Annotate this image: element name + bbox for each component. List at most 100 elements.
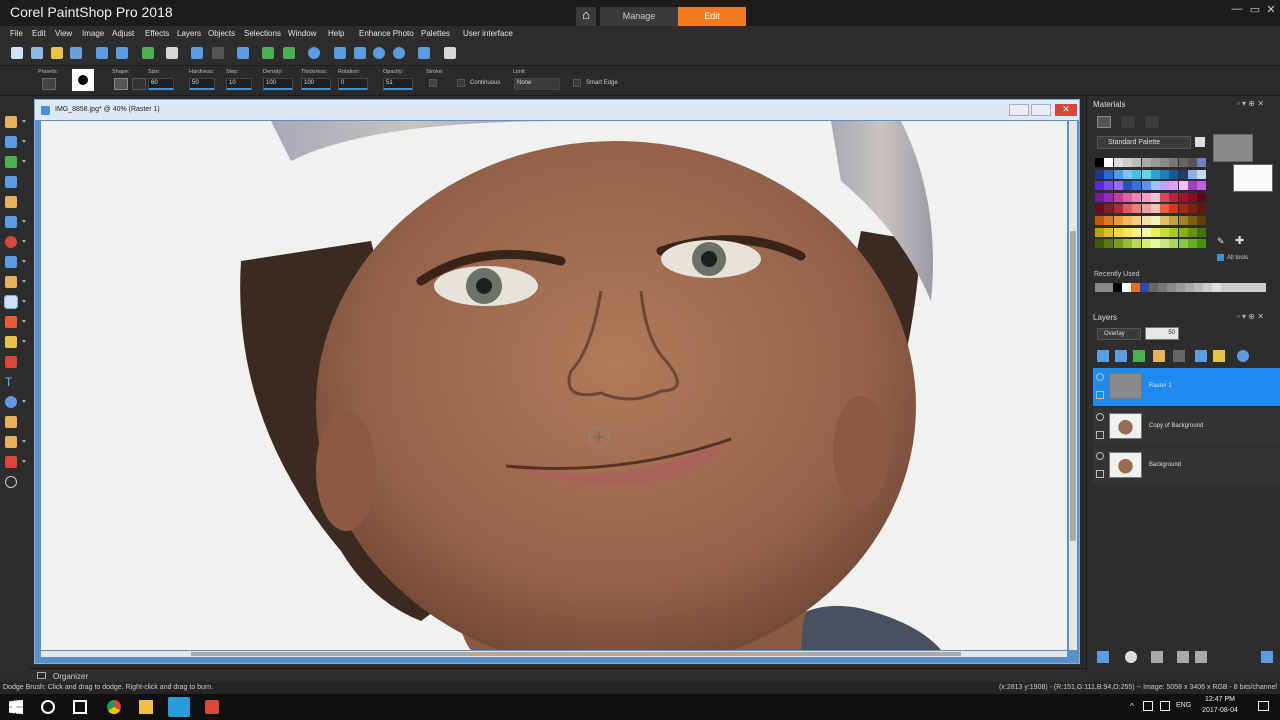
rotation-field[interactable]: 0: [338, 78, 368, 90]
zoom-out-icon[interactable]: [373, 47, 385, 59]
color-swatch[interactable]: [1132, 216, 1142, 225]
color-swatch[interactable]: [1141, 204, 1151, 214]
color-swatch[interactable]: [1122, 227, 1132, 237]
chrome-icon[interactable]: [107, 700, 121, 714]
color-swatch[interactable]: [1169, 181, 1179, 191]
menu-enhance-photo[interactable]: Enhance Photo: [359, 29, 414, 38]
hardness-field[interactable]: 50: [189, 78, 215, 90]
color-swatch[interactable]: [1122, 192, 1132, 202]
color-swatch[interactable]: [1141, 158, 1151, 167]
color-swatch[interactable]: [1197, 158, 1207, 167]
thickness-field[interactable]: 100: [301, 78, 331, 90]
color-swatch[interactable]: [1160, 227, 1170, 237]
layer-row-copy-of-background[interactable]: Copy of Background: [1093, 408, 1280, 446]
color-changer-tool-icon[interactable]: [5, 356, 17, 368]
color-swatch[interactable]: [1188, 227, 1197, 237]
add-tool-icon[interactable]: [5, 476, 17, 488]
document-maximize-button[interactable]: [1031, 104, 1051, 116]
new-group-icon[interactable]: [1133, 350, 1145, 362]
file-explorer-icon[interactable]: [139, 700, 153, 714]
recent-color-swatch[interactable]: [1194, 283, 1203, 292]
recent-color-swatch[interactable]: [1122, 283, 1131, 292]
shape-square-button[interactable]: [132, 78, 146, 90]
color-swatch[interactable]: [1150, 158, 1160, 167]
clone-tool-icon[interactable]: [5, 256, 17, 268]
mask-icon[interactable]: [1173, 350, 1185, 362]
layer-lock-icon[interactable]: [1096, 391, 1104, 399]
new-vector-layer-icon[interactable]: [1115, 350, 1127, 362]
recent-color-swatch[interactable]: [1185, 283, 1194, 292]
color-swatch[interactable]: [1178, 158, 1188, 167]
menu-edit[interactable]: Edit: [32, 29, 46, 38]
visibility-eye-icon[interactable]: [1096, 413, 1104, 421]
color-swatch[interactable]: [1132, 181, 1142, 191]
vertical-scroll-thumb[interactable]: [1070, 231, 1076, 541]
menu-user-interface[interactable]: User interface: [463, 29, 513, 38]
color-swatch[interactable]: [1104, 239, 1114, 249]
recent-color-swatch[interactable]: [1203, 283, 1212, 292]
color-swatch[interactable]: [1141, 239, 1151, 249]
color-swatch[interactable]: [1150, 204, 1160, 214]
start-icon[interactable]: [9, 700, 23, 714]
color-swatch[interactable]: [1178, 216, 1188, 225]
paintshop-taskbar-icon[interactable]: [168, 697, 190, 717]
color-swatch[interactable]: [1197, 169, 1207, 179]
menu-palettes[interactable]: Palettes: [421, 29, 450, 38]
layer-lock-icon[interactable]: [1096, 470, 1104, 478]
smart-edge-checkbox[interactable]: [573, 79, 581, 87]
minimize-button[interactable]: —: [1228, 3, 1246, 17]
recent-color-swatch[interactable]: [1257, 283, 1266, 292]
presets-dropdown[interactable]: [42, 78, 56, 90]
color-swatch[interactable]: [1169, 239, 1179, 249]
crop-tool-icon[interactable]: [5, 196, 17, 208]
menu-image[interactable]: Image: [82, 29, 104, 38]
color-swatch[interactable]: [1095, 158, 1104, 167]
color-swatch[interactable]: [1178, 227, 1188, 237]
full-screen-icon[interactable]: [418, 47, 430, 59]
home-tab[interactable]: ⌂: [576, 7, 596, 26]
visibility-eye-icon[interactable]: [1096, 452, 1104, 460]
color-swatch[interactable]: [1095, 192, 1104, 202]
frame-tab-icon[interactable]: [1097, 116, 1111, 128]
color-swatch[interactable]: [1169, 158, 1179, 167]
color-swatch[interactable]: [1122, 216, 1132, 225]
color-swatch[interactable]: [1113, 227, 1123, 237]
horizontal-scroll-thumb[interactable]: [191, 652, 961, 656]
size-field[interactable]: 60: [148, 78, 174, 90]
color-swatch[interactable]: [1188, 216, 1197, 225]
workspace-icon[interactable]: [444, 47, 456, 59]
recent-color-swatch[interactable]: [1131, 283, 1140, 292]
materials-options-icon[interactable]: ▫ ▾ ⊕ ✕: [1237, 99, 1264, 108]
color-swatch[interactable]: [1141, 227, 1151, 237]
color-swatch[interactable]: [1141, 192, 1151, 202]
color-swatch[interactable]: [1095, 216, 1104, 225]
crop-to-selection-icon[interactable]: [237, 47, 249, 59]
color-swatch[interactable]: [1197, 239, 1207, 249]
edit-palette-icon[interactable]: ✎: [1217, 236, 1225, 247]
color-swatch[interactable]: [1197, 181, 1207, 191]
color-swatch[interactable]: [1178, 239, 1188, 249]
clock-time[interactable]: 12:47 PM: [1198, 696, 1242, 703]
color-swatch[interactable]: [1122, 204, 1132, 214]
color-swatch[interactable]: [1150, 181, 1160, 191]
vertical-scrollbar[interactable]: [1069, 121, 1077, 650]
color-swatch[interactable]: [1104, 169, 1114, 179]
new-layer-menu-icon[interactable]: [1097, 651, 1109, 663]
color-swatch[interactable]: [1197, 192, 1207, 202]
density-field[interactable]: 100: [263, 78, 293, 90]
recent-color-swatch[interactable]: [1149, 283, 1158, 292]
palette-options-icon[interactable]: [1195, 137, 1205, 147]
color-swatch[interactable]: [1113, 192, 1123, 202]
color-swatch[interactable]: [1150, 169, 1160, 179]
layer-opacity-field[interactable]: 50: [1145, 327, 1179, 340]
new-raster-layer-icon[interactable]: [1097, 350, 1109, 362]
recent-color-swatch[interactable]: [1140, 283, 1149, 292]
color-swatch[interactable]: [1095, 181, 1104, 191]
recent-color-swatch[interactable]: [1248, 283, 1257, 292]
tab-manage[interactable]: Manage: [600, 7, 678, 26]
tab-edit[interactable]: Edit: [678, 7, 746, 26]
recent-color-swatch[interactable]: [1104, 283, 1113, 292]
save-icon[interactable]: [96, 47, 108, 59]
color-swatch[interactable]: [1104, 192, 1114, 202]
rotate-left-icon[interactable]: [262, 47, 274, 59]
